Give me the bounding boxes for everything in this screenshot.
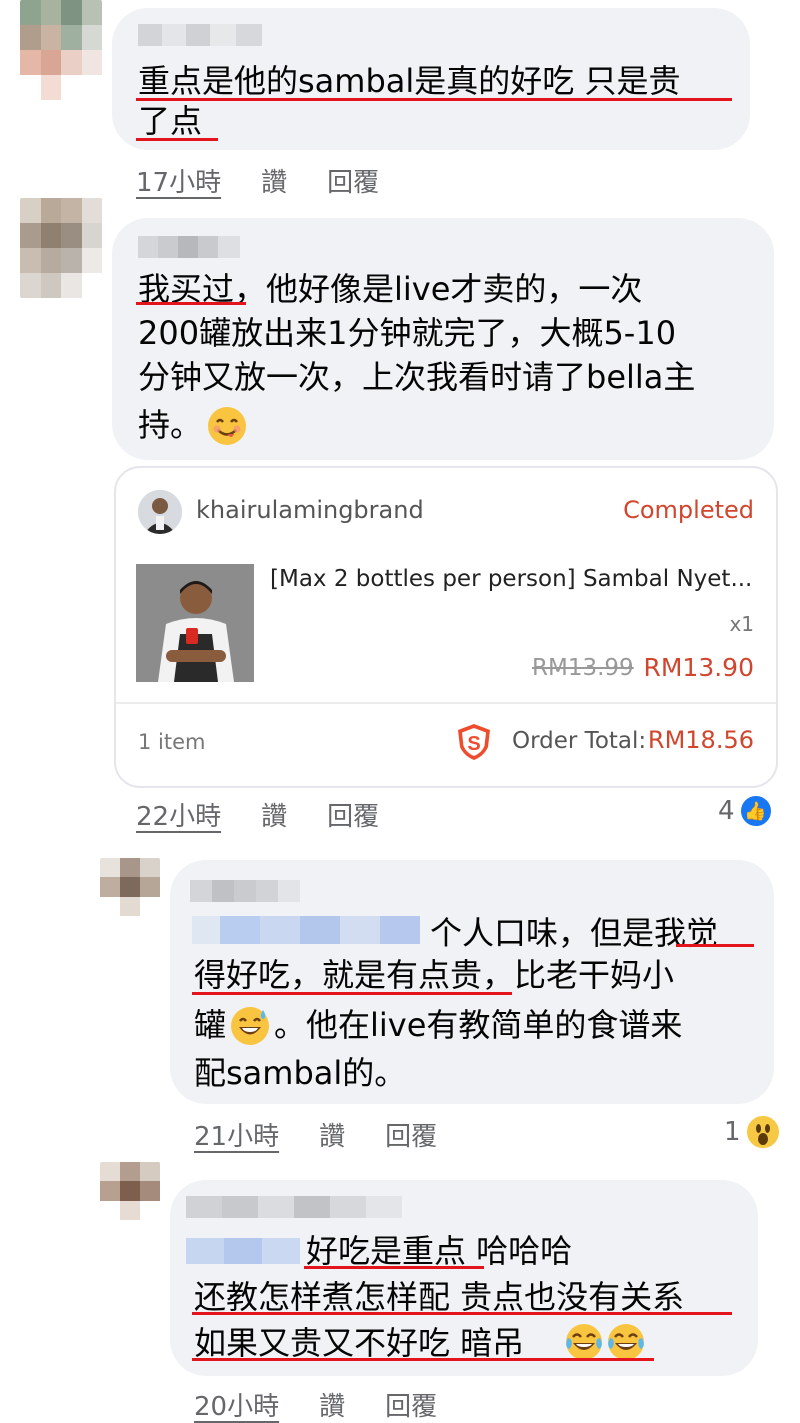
comment-text-line: 配sambal的。 [194,1054,407,1092]
reply-button[interactable]: 回覆 [385,1386,437,1423]
avatar[interactable] [100,1162,160,1220]
order-status: Completed [623,496,754,524]
commenter-name-blurred[interactable] [186,1196,402,1218]
commenter-name-blurred[interactable] [138,236,240,258]
shop-avatar [138,490,182,534]
like-button[interactable]: 讚 [319,1116,345,1153]
order-total-value: RM18.56 [647,726,754,754]
wow-reaction-icon [744,1114,781,1150]
timestamp-link[interactable]: 17小時 [136,162,221,199]
red-underline [192,1312,732,1315]
like-button[interactable]: 讚 [261,162,287,199]
reply-button[interactable]: 回覆 [327,796,379,833]
reaction-summary[interactable]: 1 [724,1114,781,1150]
red-underline [136,138,218,141]
card-divider [116,702,776,704]
red-underline [676,944,754,947]
avatar[interactable] [20,0,102,100]
red-underline [192,992,512,995]
grinning-sweat-icon [230,1006,270,1050]
product-title: [Max 2 bottles per person] Sambal Nyet..… [270,566,753,592]
original-price: RM13.99 [532,655,634,681]
avatar[interactable] [20,198,102,298]
comment-text-line: 持。 [138,406,203,444]
comment-meta: 21小時 讚 回覆 [194,1116,437,1153]
item-count: 1 item [138,730,206,754]
red-underline [136,98,732,101]
commenter-name-blurred[interactable] [138,24,262,46]
product-quantity: x1 [729,612,754,636]
timestamp-link[interactable]: 22小時 [136,796,221,833]
red-underline [304,1266,484,1269]
like-button[interactable]: 讚 [319,1386,345,1423]
shopee-shield-icon: S [458,724,490,760]
timestamp-link[interactable]: 21小時 [194,1116,279,1153]
red-underline [136,302,246,305]
comment-meta: 17小時 讚 回覆 [136,162,379,199]
like-button[interactable]: 讚 [261,796,287,833]
like-reaction-icon: 👍 [738,794,773,828]
order-card[interactable]: khairulamingbrand Completed [Max 2 bottl… [114,466,778,788]
comment-meta: 22小時 讚 回覆 [136,796,379,833]
reply-button[interactable]: 回覆 [385,1116,437,1153]
comment-text-line: 个人口味，但是我觉 [430,914,719,952]
red-underline [192,1358,654,1361]
mentioned-name-blurred[interactable] [186,1238,300,1264]
comment-text-line: 200罐放出来1分钟就完了，大概5-10 [138,314,677,352]
avatar[interactable] [100,858,160,916]
comment-text-line: 我买过，他好像是live才卖的，一次 [138,270,643,308]
comment-text-line: 。他在live有教简单的食谱来 [274,1006,683,1044]
shop-name: khairulamingbrand [196,496,424,524]
product-image [136,564,254,682]
comment-meta: 20小時 讚 回覆 [194,1386,437,1423]
comment-text-line: 罐 [194,1006,227,1044]
timestamp-link[interactable]: 20小時 [194,1386,279,1423]
svg-text:S: S [467,733,480,755]
order-total-label: Order Total: [512,728,647,754]
comment-text-line: 分钟又放一次，上次我看时请了bella主 [138,358,696,396]
reaction-summary[interactable]: 4 👍 [718,794,773,828]
reaction-count: 4 [718,796,735,826]
reaction-count: 1 [724,1117,741,1147]
reply-button[interactable]: 回覆 [327,162,379,199]
mentioned-name-blurred[interactable] [192,916,420,944]
sale-price: RM13.90 [643,653,754,682]
commenter-name-blurred[interactable] [190,880,300,902]
smiling-face-icon [207,406,247,450]
